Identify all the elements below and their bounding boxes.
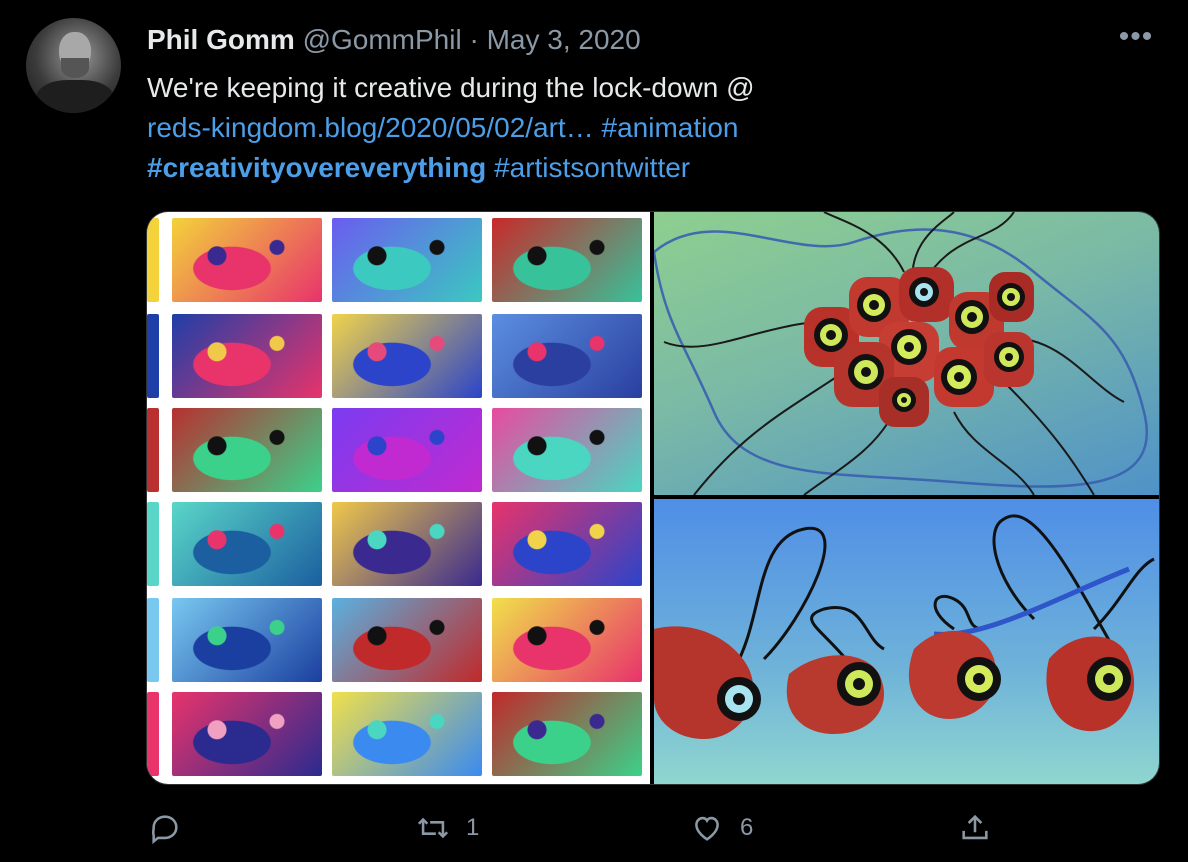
hashtag-creativityovereverything[interactable]: #creativityovereverything: [147, 152, 486, 183]
creature-row-illustration: [654, 514, 1155, 739]
frame-tile: [332, 598, 482, 682]
hashtag-artistsontwitter[interactable]: #artistsontwitter: [494, 152, 690, 183]
frame-tile-edge: [147, 408, 159, 492]
frame-tile: [492, 692, 642, 776]
media-image-3[interactable]: [654, 499, 1159, 784]
tweet-date[interactable]: May 3, 2020: [487, 24, 641, 55]
tweet-header: Phil Gomm @GommPhil · May 3, 2020: [147, 22, 641, 58]
more-options-icon[interactable]: •••: [1118, 22, 1154, 58]
retweet-button[interactable]: 1: [416, 800, 479, 856]
share-upload-icon: [962, 814, 988, 840]
frame-tile: [332, 314, 482, 398]
heart-icon: [695, 816, 719, 841]
creature-cluster-illustration: [654, 212, 1148, 495]
frame-tile: [332, 218, 482, 302]
frame-tile: [172, 598, 322, 682]
tweet-actions: 1 6: [0, 800, 1188, 856]
speech-bubble-icon: [151, 815, 178, 845]
frame-tile: [492, 598, 642, 682]
media-image-1[interactable]: [147, 212, 650, 784]
frame-tile-edge: [147, 692, 159, 776]
reply-button[interactable]: [148, 800, 182, 856]
frame-tile: [492, 502, 642, 586]
user-handle[interactable]: @GommPhil: [303, 24, 462, 55]
frame-tile: [172, 314, 322, 398]
frame-tile: [172, 218, 322, 302]
separator: ·: [469, 24, 479, 55]
avatar-beard: [61, 58, 89, 78]
tweet-link[interactable]: reds-kingdom.blog/2020/05/02/art…: [147, 112, 594, 143]
frame-tile: [492, 218, 642, 302]
frame-tile: [332, 502, 482, 586]
like-button[interactable]: 6: [690, 800, 753, 856]
frame-tile: [172, 692, 322, 776]
share-button[interactable]: [958, 800, 992, 856]
frame-tile: [492, 314, 642, 398]
tweet-text-line-1: We're keeping it creative during the loc…: [147, 68, 1127, 108]
tweet-text-line-2: reds-kingdom.blog/2020/05/02/art… #anima…: [147, 108, 1127, 148]
frame-tile: [332, 692, 482, 776]
hashtag-animation[interactable]: #animation: [602, 112, 739, 143]
frame-tile-edge: [147, 502, 159, 586]
media-image-2[interactable]: [654, 212, 1159, 495]
like-count: 6: [740, 814, 754, 841]
display-name[interactable]: Phil Gomm: [147, 24, 295, 55]
tweet-text-plain: We're keeping it creative during the loc…: [147, 72, 755, 103]
frame-tile: [172, 408, 322, 492]
frame-tile-edge: [147, 218, 159, 302]
frame-tile-edge: [147, 314, 159, 398]
media-grid: [146, 211, 1160, 785]
frame-tile: [492, 408, 642, 492]
frame-tile-edge: [147, 598, 159, 682]
avatar[interactable]: [26, 18, 121, 113]
avatar-body: [36, 80, 114, 113]
retweet-arrows-icon: [417, 817, 449, 839]
tweet-text-line-3: #creativityovereverything #artistsontwit…: [147, 148, 1127, 188]
frame-tile: [172, 502, 322, 586]
retweet-count: 1: [466, 814, 480, 841]
tweet-text: We're keeping it creative during the loc…: [147, 68, 1127, 188]
frame-tile: [332, 408, 482, 492]
